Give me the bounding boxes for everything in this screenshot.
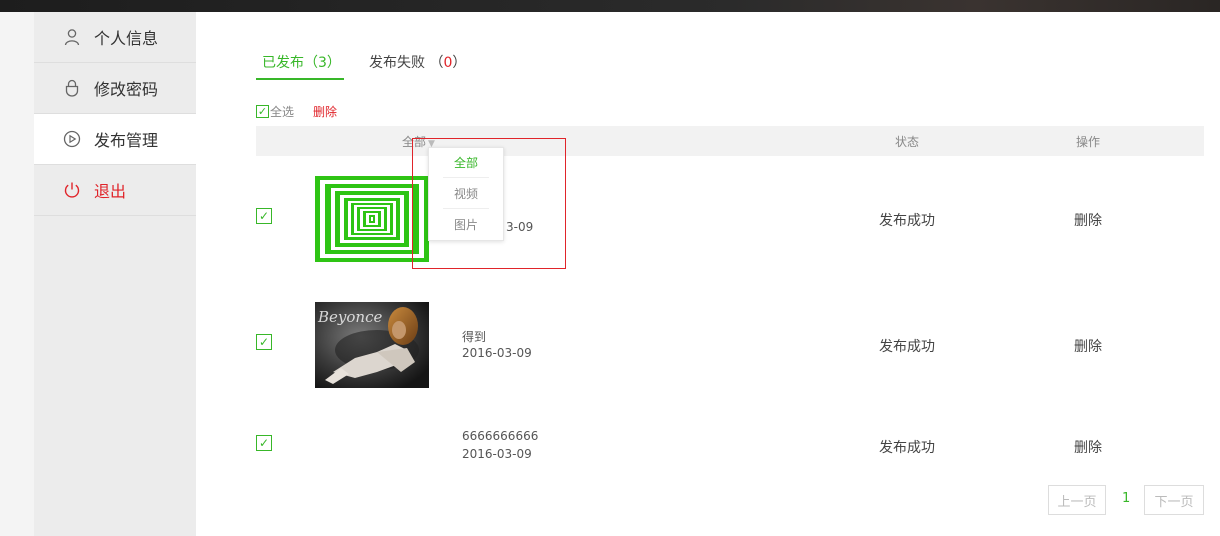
table-header: 全部 ▼ 状态 操作 [256, 126, 1204, 156]
post-title: 得到 [462, 330, 487, 344]
row-checkbox[interactable]: ✓ [256, 435, 272, 451]
delete-link[interactable]: 删除 [1074, 437, 1102, 457]
sidebar-item-logout[interactable]: 退出 [34, 165, 196, 216]
bulk-toolbar: ✓ 全选 删除 [256, 102, 337, 120]
prev-page-button[interactable]: 上一页 [1048, 485, 1106, 515]
post-date: 2016-03-09 [462, 346, 532, 360]
left-gutter [0, 12, 34, 536]
status-badge: 发布成功 [879, 339, 935, 355]
top-banner [0, 0, 1220, 12]
table-row: ✓ 6666666666 2016-03-09 发布成功 删除 [256, 428, 1204, 468]
tab-published[interactable]: 已发布（3） [256, 52, 344, 80]
tab-failed[interactable]: 发布失败 （0） [369, 52, 466, 80]
sidebar-item-label: 个人信息 [94, 29, 159, 48]
bulk-delete-button[interactable]: 删除 [313, 103, 337, 120]
next-page-button[interactable]: 下一页 [1144, 485, 1204, 515]
filter-option-all[interactable]: 全部 [429, 154, 503, 171]
status-badge: 发布成功 [879, 213, 935, 229]
divider [443, 208, 489, 209]
lock-icon [63, 79, 81, 97]
delete-link[interactable]: 删除 [1074, 210, 1102, 230]
sidebar-item-profile[interactable]: 个人信息 [34, 12, 196, 63]
sidebar-item-publish-management[interactable]: 发布管理 [34, 114, 196, 165]
post-date: 2016-03-09 [462, 447, 532, 461]
thumbnail-caption: Beyonce [317, 308, 382, 326]
select-all-label[interactable]: 全选 [270, 103, 294, 120]
select-all-checkbox[interactable]: ✓ [256, 104, 269, 118]
sidebar-item-label: 修改密码 [94, 80, 159, 99]
user-icon [63, 28, 81, 46]
status-badge: 发布成功 [879, 440, 935, 456]
row-checkbox[interactable]: ✓ [256, 208, 272, 224]
published-count: 3 [318, 55, 327, 71]
sidebar-item-label: 退出 [94, 182, 127, 201]
filter-option-image[interactable]: 图片 [429, 216, 503, 233]
status-column-header: 状态 [895, 135, 920, 149]
sidebar-item-change-password[interactable]: 修改密码 [34, 63, 196, 114]
type-filter-menu: 全部 视频 图片 [428, 147, 504, 241]
row-checkbox[interactable]: ✓ [256, 334, 272, 350]
sidebar-item-label: 发布管理 [94, 131, 159, 150]
post-thumbnail[interactable]: Beyonce [315, 302, 429, 388]
post-thumbnail[interactable] [315, 176, 429, 262]
filter-option-video[interactable]: 视频 [429, 185, 503, 202]
play-icon [63, 130, 81, 148]
post-date: 3-09 [506, 220, 534, 234]
sidebar: 个人信息 修改密码 发布管理 退出 [34, 12, 196, 536]
divider [443, 177, 489, 178]
post-title: 6666666666 [462, 429, 539, 443]
power-icon [63, 181, 81, 199]
page-number[interactable]: 1 [1122, 491, 1130, 506]
table-row: ✓ 3-09 发布成功 删除 [256, 176, 1204, 266]
table-row: ✓ Beyonce 得到 2016-03-09 发布成功 删除 [256, 302, 1204, 388]
operation-column-header: 操作 [1076, 135, 1101, 149]
delete-link[interactable]: 删除 [1074, 336, 1102, 356]
